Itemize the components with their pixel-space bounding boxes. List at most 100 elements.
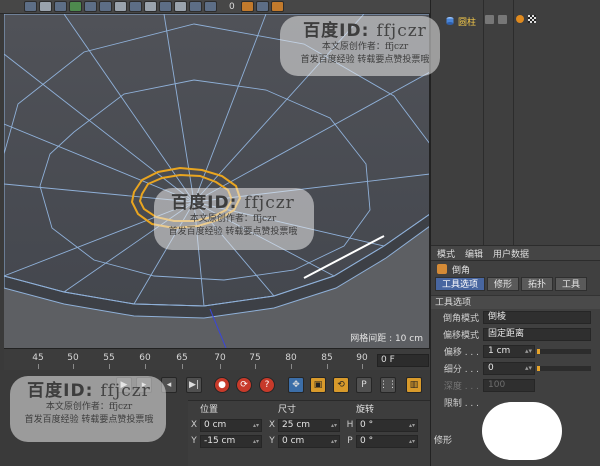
prev-frame-icon[interactable]: ◂ — [161, 377, 177, 393]
bevel-tag-icon[interactable] — [516, 15, 524, 23]
tab-tool-options[interactable]: 工具选项 — [435, 277, 486, 291]
field-offset: 偏移 . . . 1 cm ▴▾ — [431, 343, 600, 360]
tick-label: 75 — [249, 353, 261, 363]
bevel-mode-select[interactable]: 倒棱 — [483, 311, 591, 324]
field-label: 限制 . . . — [443, 399, 479, 409]
bend-icon[interactable] — [241, 1, 254, 12]
tab-tool[interactable]: 工具 — [555, 277, 588, 291]
axis-label: P — [347, 436, 353, 446]
keyframe-help-icon[interactable]: ? — [259, 377, 275, 393]
light-icon[interactable] — [144, 1, 157, 12]
render-icon[interactable] — [159, 1, 172, 12]
cylinder-mesh-wireframe — [4, 14, 429, 348]
material-manager — [4, 400, 188, 466]
material-icon[interactable] — [256, 1, 269, 12]
checker-material-icon[interactable] — [528, 15, 536, 23]
timeline-ruler[interactable]: 45 50 55 60 65 70 75 80 85 90 0 F — [4, 348, 430, 370]
tick-label: 45 — [32, 353, 44, 363]
field-offset-mode: 偏移模式 固定距离 — [431, 326, 600, 343]
menu-user-data[interactable]: 用户数据 — [493, 247, 529, 260]
coordinates-grid: X 0 cm ▴▾ X 25 cm ▴▾ H 0 ° ▴▾ Y -15 cm ▴▾ Y … — [188, 417, 422, 449]
next-key-icon[interactable]: ▸ — [136, 377, 152, 393]
tick-mark — [327, 364, 328, 369]
axis-label: Y — [269, 436, 275, 446]
object-row-cylinder[interactable]: 圆柱 — [431, 14, 600, 28]
tool-title-text: 倒角 — [452, 265, 471, 276]
tab-topology[interactable]: 拓扑 — [521, 277, 554, 291]
field-subdivision: 细分 . . . 0 ▴▾ — [431, 360, 600, 377]
cinema4d-window: 0 网格间距: 10 cm 圆柱 模式 编辑 用户数据 倒角 工具选项 修形 … — [0, 0, 600, 466]
snap-icon[interactable] — [174, 1, 187, 12]
offset-slider[interactable] — [537, 349, 591, 354]
bevel-tool-icon — [437, 264, 447, 274]
section-tool-options[interactable]: 工具选项 — [431, 295, 600, 309]
position-y-field[interactable]: -15 cm ▴▾ — [200, 434, 262, 448]
menu-edit[interactable]: 编辑 — [465, 247, 483, 260]
tag-icon[interactable] — [271, 1, 284, 12]
size-header: 尺寸 — [278, 404, 297, 415]
subdivision-slider[interactable] — [537, 366, 591, 371]
deformer-icon[interactable] — [99, 1, 112, 12]
grid-spacing-label: 网格间距 : 10 cm — [350, 334, 423, 344]
generator-icon[interactable] — [54, 1, 67, 12]
field-depth: 深度 . . . 100 — [431, 377, 600, 394]
coordinates-manager: 位置 尺寸 旋转 X 0 cm ▴▾ X 25 cm ▴▾ H 0 ° ▴▾ Y -1… — [188, 400, 430, 466]
tick-mark — [220, 364, 221, 369]
cube-icon[interactable] — [24, 1, 37, 12]
occluding-blob — [482, 402, 562, 460]
attributes-menu: 模式 编辑 用户数据 — [431, 245, 600, 261]
rotation-p-field[interactable]: 0 ° ▴▾ — [356, 434, 418, 448]
column-divider — [483, 0, 484, 245]
current-frame-field[interactable]: 0 F — [377, 354, 429, 367]
axis-icon[interactable] — [204, 1, 217, 12]
object-name[interactable]: 圆柱 — [458, 15, 476, 28]
move-key-icon[interactable]: ✥ — [288, 377, 304, 393]
workplane-icon[interactable] — [189, 1, 202, 12]
axis-label: H — [346, 420, 354, 430]
timeline-window-icon[interactable]: ▥ — [406, 377, 422, 393]
autokey-icon[interactable]: ⟳ — [236, 377, 252, 393]
rotate-key-icon[interactable]: ⟲ — [333, 377, 349, 393]
coordinates-row-y: Y -15 cm ▴▾ Y 0 cm ▴▾ P 0 ° ▴▾ — [188, 433, 422, 449]
size-y-field[interactable]: 0 cm ▴▾ — [278, 434, 340, 448]
coordinates-row-x: X 0 cm ▴▾ X 25 cm ▴▾ H 0 ° ▴▾ — [188, 417, 422, 433]
depth-input[interactable]: 100 — [483, 379, 535, 392]
sphere-icon[interactable] — [39, 1, 52, 12]
camera-icon[interactable] — [129, 1, 142, 12]
goto-end-icon[interactable]: ▶| — [186, 377, 202, 393]
tick-mark — [38, 364, 39, 369]
position-header: 位置 — [200, 404, 219, 415]
offset-mode-select[interactable]: 固定距离 — [483, 328, 591, 341]
cylinder-object-icon — [446, 17, 454, 25]
visibility-icon[interactable] — [485, 15, 494, 24]
field-label: 偏移 . . . — [443, 348, 479, 358]
record-icon[interactable]: ● — [214, 377, 230, 393]
array-icon[interactable] — [84, 1, 97, 12]
tool-title: 倒角 — [431, 261, 600, 277]
attribute-tabs: 工具选项 修形 拓扑 工具 — [431, 277, 600, 293]
column-divider — [513, 0, 514, 245]
check-icon[interactable] — [498, 15, 507, 24]
field-bevel-mode: 倒角模式 倒棱 — [431, 309, 600, 326]
tick-label: 70 — [214, 353, 226, 363]
pla-key-icon[interactable]: ⋮⋮ — [379, 377, 397, 393]
nurbs-icon[interactable] — [69, 1, 82, 12]
subdivision-input[interactable]: 0 ▴▾ — [483, 362, 535, 375]
tick-label: 65 — [176, 353, 188, 363]
position-x-field[interactable]: 0 cm ▴▾ — [200, 418, 262, 432]
rotation-header: 旋转 — [356, 404, 375, 415]
transport-bar: ▶ ▸ ◂ ▶| ● ⟳ ? ✥ ▣ ⟲ P ⋮⋮ ▥ — [4, 370, 430, 400]
scene-icon[interactable] — [114, 1, 127, 12]
tick-mark — [109, 364, 110, 369]
3d-viewport[interactable]: 网格间距 : 10 cm — [4, 14, 430, 348]
offset-input[interactable]: 1 cm ▴▾ — [483, 345, 535, 358]
field-label: 偏移模式 — [442, 331, 479, 341]
param-key-icon[interactable]: P — [356, 377, 372, 393]
tab-shaping[interactable]: 修形 — [487, 277, 520, 291]
tick-mark — [73, 364, 74, 369]
rotation-h-field[interactable]: 0 ° ▴▾ — [356, 418, 418, 432]
menu-mode[interactable]: 模式 — [437, 247, 455, 260]
scale-key-icon[interactable]: ▣ — [310, 377, 326, 393]
play-icon[interactable]: ▶ — [116, 377, 132, 393]
size-x-field[interactable]: 25 cm ▴▾ — [278, 418, 340, 432]
